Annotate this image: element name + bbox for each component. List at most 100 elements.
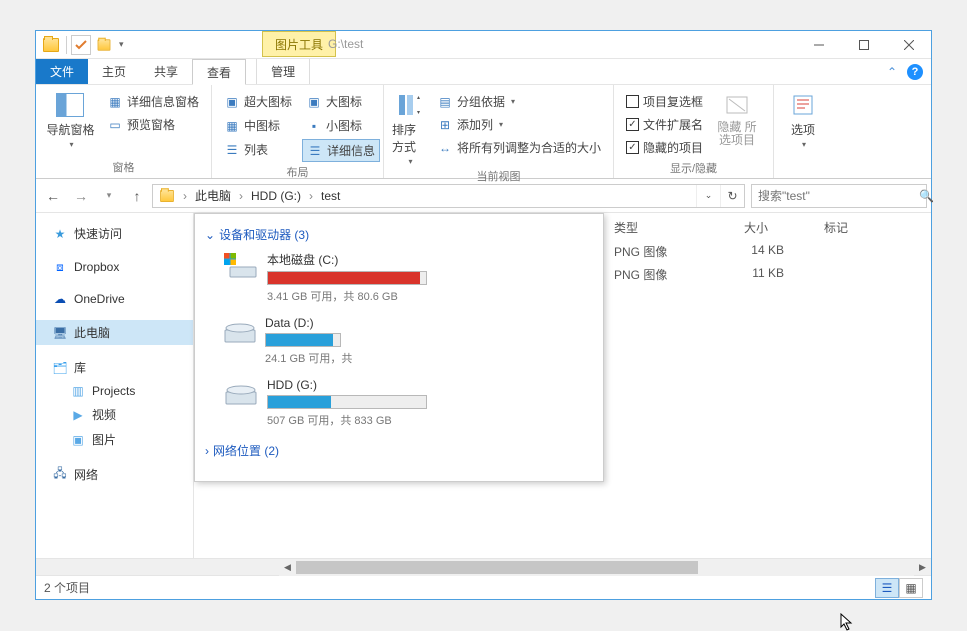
- size-columns-button[interactable]: ↔将所有列调整为合适的大小: [433, 137, 605, 158]
- details-pane-button[interactable]: ▦详细信息窗格: [103, 91, 203, 112]
- layout-details[interactable]: ☰详细信息: [302, 139, 380, 162]
- close-button[interactable]: [886, 31, 931, 59]
- tree-libraries[interactable]: 🗂库: [36, 355, 193, 380]
- address-dropdown[interactable]: ⌄: [696, 185, 720, 207]
- drive-usage-bar: [267, 271, 427, 285]
- library-icon: 🗂: [52, 361, 68, 375]
- context-tab-picture-tools[interactable]: 图片工具: [262, 31, 336, 57]
- add-columns-button[interactable]: ⊞添加列▾: [433, 114, 605, 135]
- drive-free-text: 24.1 GB 可用，共: [265, 350, 352, 366]
- tab-share[interactable]: 共享: [140, 59, 192, 84]
- dropbox-icon: ⧈: [52, 260, 68, 274]
- tab-view[interactable]: 查看: [192, 59, 246, 85]
- ribbon-tabs: 文件 主页 共享 查看 管理 ⌃ ?: [36, 59, 931, 85]
- back-button[interactable]: ←: [40, 183, 66, 209]
- file-row[interactable]: PNG 图像14 KB: [614, 243, 784, 260]
- tree-this-pc[interactable]: 🖥此电脑: [36, 320, 193, 345]
- col-type[interactable]: 类型: [614, 219, 638, 236]
- file-extensions-toggle[interactable]: ✓文件扩展名: [622, 114, 707, 135]
- drive-name: Data (D:): [265, 316, 352, 330]
- status-bar: 2 个项目 ☰ ▦: [36, 575, 931, 599]
- file-row[interactable]: PNG 图像11 KB: [614, 266, 784, 283]
- options-button[interactable]: 选项▾: [782, 89, 824, 149]
- item-checkboxes-toggle[interactable]: 项目复选框: [622, 91, 707, 112]
- breadcrumb-dropdown-popup: ⌄ 设备和驱动器 (3) 本地磁盘 (C:)3.41 GB 可用，共 80.6 …: [194, 213, 604, 482]
- recent-locations-dropdown[interactable]: ▾: [96, 183, 122, 209]
- quick-access-toolbar: ▾: [36, 31, 133, 58]
- breadcrumb-folder[interactable]: test: [315, 185, 346, 207]
- ribbon-group-show-hide-label: 显示/隐藏: [622, 158, 765, 179]
- status-item-count: 2 个项目: [44, 579, 90, 596]
- search-input[interactable]: [758, 189, 913, 203]
- column-headers: 类型 大小 标记: [614, 219, 848, 236]
- breadcrumb-root[interactable]: 此电脑: [189, 185, 237, 207]
- tree-onedrive[interactable]: ☁OneDrive: [36, 288, 193, 310]
- hidden-items-toggle[interactable]: ✓隐藏的项目: [622, 137, 707, 158]
- horizontal-scrollbar[interactable]: ◀ ▶: [36, 558, 931, 575]
- search-box[interactable]: 🔍: [751, 184, 927, 208]
- col-tags[interactable]: 标记: [824, 219, 848, 236]
- view-large-icons-button[interactable]: ▦: [899, 578, 923, 598]
- qat-new-folder-button[interactable]: [93, 34, 115, 56]
- expand-chevron-icon: ›: [205, 444, 209, 458]
- cursor-icon: [840, 613, 854, 631]
- qat-customize-dropdown[interactable]: ▾: [119, 39, 129, 50]
- maximize-button[interactable]: [841, 31, 886, 59]
- drive-item[interactable]: Data (D:)24.1 GB 可用，共: [223, 316, 323, 366]
- drive-free-text: 3.41 GB 可用，共 80.6 GB: [267, 288, 483, 304]
- drive-item[interactable]: HDD (G:) 507 GB 可用，共 833 GB: [223, 378, 483, 428]
- navigation-pane-button[interactable]: 导航窗格▾: [44, 89, 97, 149]
- drive-free-text: 507 GB 可用，共 833 GB: [267, 412, 483, 428]
- tab-manage[interactable]: 管理: [256, 59, 310, 84]
- drive-icon: [223, 251, 259, 279]
- qat-properties-button[interactable]: [71, 35, 91, 55]
- tree-lib-projects[interactable]: ▥Projects: [36, 380, 193, 402]
- tree-lib-videos[interactable]: ▶视频: [36, 402, 193, 427]
- navigation-row: ← → ▾ ↑ › 此电脑 › HDD (G:) › test ⌄ ↻ 🔍: [36, 179, 931, 213]
- tree-dropbox[interactable]: ⧈Dropbox: [36, 256, 193, 278]
- forward-button[interactable]: →: [68, 183, 94, 209]
- layout-small-icons[interactable]: ▪小图标: [302, 115, 380, 136]
- doc-icon: ▥: [70, 384, 86, 398]
- tab-home[interactable]: 主页: [88, 59, 140, 84]
- layout-medium-icons[interactable]: ▦中图标: [220, 115, 296, 136]
- drive-icon: [223, 316, 257, 344]
- drive-item[interactable]: 本地磁盘 (C:)3.41 GB 可用，共 80.6 GB: [223, 251, 483, 304]
- layout-extra-large-icons[interactable]: ▣超大图标: [220, 91, 296, 112]
- search-icon: 🔍: [919, 189, 934, 203]
- preview-pane-button[interactable]: ▭预览窗格: [103, 114, 203, 135]
- col-size[interactable]: 大小: [744, 219, 768, 236]
- hide-selected-button[interactable]: 隐藏 所选项目: [713, 89, 761, 147]
- up-button[interactable]: ↑: [124, 183, 150, 209]
- address-bar[interactable]: › 此电脑 › HDD (G:) › test ⌄ ↻: [152, 184, 745, 208]
- tab-file[interactable]: 文件: [36, 59, 88, 84]
- sort-by-button[interactable]: 排序方式▾: [392, 89, 427, 166]
- file-list-area: 类型 大小 标记 PNG 图像14 KB PNG 图像11 KB ⌄ 设备和驱动…: [194, 213, 931, 558]
- ribbon-group-panes-label: 窗格: [44, 157, 203, 178]
- layout-large-icons[interactable]: ▣大图标: [302, 91, 380, 112]
- group-devices-header[interactable]: ⌄ 设备和驱动器 (3): [205, 222, 593, 251]
- minimize-button[interactable]: [796, 31, 841, 59]
- group-by-button[interactable]: ▤分组依据▾: [433, 91, 605, 112]
- layout-list[interactable]: ☰列表: [220, 139, 296, 160]
- folder-icon: [40, 34, 62, 56]
- drive-usage-bar: [265, 333, 341, 347]
- tree-quick-access[interactable]: ★快速访问: [36, 221, 193, 246]
- video-icon: ▶: [70, 408, 86, 422]
- title-bar: ▾ 图片工具 G:\test: [36, 31, 931, 59]
- explorer-window: ▾ 图片工具 G:\test 文件 主页 共享 查看 管理 ⌃ ? 导航窗格▾: [35, 30, 932, 600]
- view-details-button[interactable]: ☰: [875, 578, 899, 598]
- navigation-tree: ★快速访问 ⧈Dropbox ☁OneDrive 🖥此电脑 🗂库 ▥Projec…: [36, 213, 194, 558]
- drive-name: HDD (G:): [267, 378, 483, 392]
- ribbon-collapse-chevron[interactable]: ⌃: [887, 65, 897, 79]
- star-icon: ★: [52, 227, 68, 241]
- tree-lib-pictures[interactable]: ▣图片: [36, 427, 193, 452]
- window-title: G:\test: [328, 37, 363, 51]
- group-network-header[interactable]: › 网络位置 (2): [205, 438, 593, 467]
- tree-network[interactable]: 🖧网络: [36, 462, 193, 487]
- ribbon-view: 导航窗格▾ ▦详细信息窗格 ▭预览窗格 窗格 ▣超大图标 ▦中图标 ☰列表 ▣大…: [36, 85, 931, 179]
- refresh-button[interactable]: ↻: [720, 185, 744, 207]
- help-button[interactable]: ?: [907, 64, 923, 80]
- breadcrumb-drive[interactable]: HDD (G:): [245, 185, 307, 207]
- collapse-chevron-icon: ⌄: [205, 228, 215, 242]
